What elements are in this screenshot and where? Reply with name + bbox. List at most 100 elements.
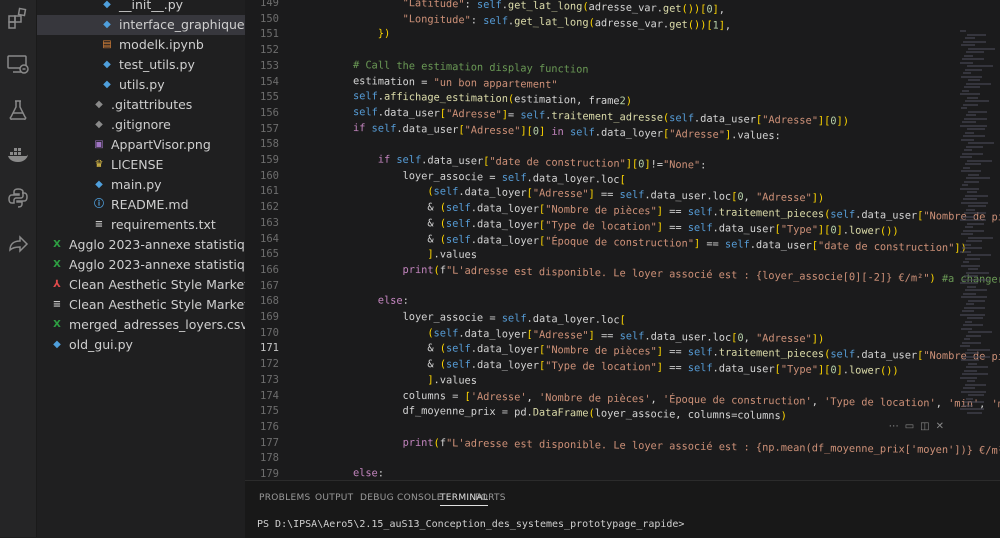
line-number: 172 — [260, 358, 279, 371]
minimap-line — [965, 163, 981, 165]
spreadsheet-file-icon: X — [53, 319, 61, 330]
minimap-line — [960, 156, 972, 158]
file-name: .gitattributes — [111, 97, 193, 112]
code-line[interactable]: }) — [353, 27, 391, 40]
panel-tab-problems[interactable]: PROBLEMS — [259, 493, 311, 503]
explorer-file-item[interactable]: X Agglo 2023-annexe statistique-diff... — [37, 255, 245, 275]
code-line[interactable]: else: — [353, 294, 409, 307]
explorer-file-item[interactable]: Xmerged_adresses_loyers.csv — [37, 315, 245, 335]
minimap-line — [967, 222, 984, 225]
minimap-line — [962, 373, 988, 375]
minimap-line — [966, 51, 984, 53]
minimap-line — [967, 317, 983, 319]
docker-icon[interactable] — [6, 142, 30, 166]
minimap-line — [967, 65, 993, 67]
minimap-line — [964, 117, 987, 120]
terminal-icon[interactable]: ▭ — [905, 421, 920, 432]
line-number-gutter: 149 150 151 152 153 154 155 156 157 158 159 160 161 1… — [245, 0, 287, 480]
file-name: README.md — [111, 197, 189, 212]
file-name: utils.py — [119, 77, 165, 92]
code-line[interactable]: if self.data_user["date de construction"… — [353, 153, 707, 171]
code-line[interactable]: self.affichage_estimation(estimation, fr… — [353, 90, 632, 107]
line-number: 153 — [260, 59, 279, 72]
extensions-icon[interactable] — [6, 6, 30, 30]
terminal-prompt[interactable]: PS D:\IPSA\Aero5\2.15_auS13_Conception_d… — [257, 519, 684, 530]
explorer-file-item[interactable]: ◆ main.py — [37, 175, 245, 195]
explorer-file-item[interactable]: ⓘ README.md — [37, 195, 245, 215]
file-name: interface_graphique.py — [119, 17, 245, 32]
minimap-line — [968, 236, 993, 239]
code-line[interactable]: ].values — [353, 247, 477, 261]
line-number: 161 — [260, 185, 279, 198]
explorer-file-item[interactable]: ⅄ Clean Aesthetic Style Marketing Pla... — [37, 275, 245, 295]
minimap-line — [963, 324, 983, 326]
minimap-line — [966, 208, 975, 211]
python-file-icon: ◆ — [103, 79, 111, 90]
code-line[interactable]: estimation = "un bon appartement" — [353, 75, 558, 91]
minimap-line — [966, 114, 976, 116]
activity-bar — [0, 0, 37, 537]
panel-tab-output[interactable]: OUTPUT — [315, 493, 353, 503]
code-area[interactable]: "Latitude": self.get_lat_long(adresse_va… — [293, 0, 1000, 480]
line-number: 167 — [260, 279, 279, 292]
explorer-file-item[interactable]: ≡ Clean Aesthetic Style Marketing Pla... — [37, 295, 245, 315]
minimap-line — [960, 408, 984, 410]
explorer-file-item[interactable]: ≡ requirements.txt — [37, 215, 245, 235]
explorer-file-item[interactable]: ♛ LICENSE — [37, 155, 245, 175]
minimap-line — [966, 240, 982, 242]
explorer-file-item[interactable]: ◆ test_utils.py — [37, 55, 245, 75]
panel-toolbar: ⋯▭◫✕ — [889, 421, 950, 432]
minimap-line — [960, 93, 980, 95]
code-line[interactable]: print(f"L'adresse est disponible. Le loy… — [353, 263, 1000, 288]
code-line[interactable]: loyer_associe = self.data_loyer.loc[ — [353, 169, 625, 186]
code-line[interactable]: ].values — [353, 373, 477, 387]
code-line[interactable]: loyer_associe = self.data_loyer.loc[ — [353, 310, 625, 327]
code-line[interactable]: else: — [353, 467, 384, 479]
code-line[interactable]: # Call the estimation display function — [353, 59, 589, 76]
minimap-line — [964, 180, 979, 183]
minimap-line — [963, 40, 986, 43]
explorer-file-item[interactable]: ◆ old_gui.py — [37, 335, 245, 355]
minimap-line — [965, 194, 988, 197]
python-icon[interactable] — [6, 186, 30, 210]
explorer-file-item[interactable]: ◆ utils.py — [37, 75, 245, 95]
line-number: 156 — [260, 106, 279, 119]
split-icon[interactable]: ◫ — [920, 421, 935, 432]
close-icon[interactable]: ✕ — [936, 421, 950, 432]
minimap-line — [963, 387, 975, 389]
code-editor[interactable]: 149 150 151 152 153 154 155 156 157 158 159 160 161 1… — [245, 0, 1000, 480]
minimap-line — [961, 44, 975, 46]
panel-tab-ports[interactable]: PORTS — [475, 493, 506, 503]
explorer-file-item[interactable]: ◆ .gitignore — [37, 115, 245, 135]
line-number: 178 — [260, 452, 279, 465]
line-number: 166 — [260, 263, 279, 276]
ellipsis-icon[interactable]: ⋯ — [889, 421, 905, 432]
explorer-file-item[interactable]: ◆ __init__.py — [37, 0, 245, 15]
minimap-line — [967, 411, 982, 414]
code-line[interactable]: print(f"L'adresse est disponible. Le loy… — [353, 436, 1000, 457]
line-number: 159 — [260, 154, 279, 166]
explorer-file-item[interactable]: ▣ AppartVisor.png — [37, 135, 245, 155]
minimap[interactable] — [960, 30, 1000, 430]
minimap-line — [964, 212, 986, 214]
code-line[interactable]: df_moyenne_prix = pd.DataFrame(loyer_ass… — [353, 404, 788, 422]
file-name: AppartVisor.png — [111, 137, 211, 152]
line-number: 150 — [260, 12, 279, 25]
panel-tab-debug-console[interactable]: DEBUG CONSOLE — [360, 493, 443, 503]
minimap-line — [962, 310, 974, 312]
explorer-file-item[interactable]: ◆ .gitattributes — [37, 95, 245, 115]
minimap-line — [963, 261, 969, 263]
minimap-line — [963, 355, 990, 358]
explorer-file-item[interactable]: X Agglo 2023-annexe statistique-diff... — [37, 235, 245, 255]
minimap-line — [962, 121, 976, 123]
remote-explorer-icon[interactable] — [6, 52, 30, 76]
line-number: 176 — [260, 420, 279, 433]
minimap-line — [960, 313, 985, 316]
explorer-file-item[interactable]: ◆ interface_graphique.py — [37, 15, 245, 35]
testing-icon[interactable] — [6, 98, 30, 122]
minimap-line — [966, 366, 988, 368]
explorer-file-item[interactable]: ▤ modelk.ipynb — [37, 35, 245, 55]
live-share-icon[interactable] — [6, 232, 30, 256]
minimap-line — [968, 331, 992, 333]
pdf-file-icon: ⅄ — [53, 279, 61, 290]
